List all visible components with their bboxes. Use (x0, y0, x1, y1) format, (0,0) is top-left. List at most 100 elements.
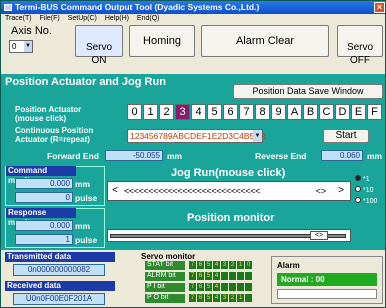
servo-on-button[interactable]: Servo ON (75, 25, 123, 66)
scale-label: *1 (363, 176, 370, 183)
command-pulse-value: 0 (15, 192, 73, 203)
servo-bit-cell: 6 (197, 283, 204, 291)
servo-row-label: P O bit (145, 294, 185, 303)
toolbar: Axis No. 0 ▼ Servo ON Homing Alarm Clear… (1, 24, 385, 74)
servo-bit-cell: 5 (205, 272, 212, 280)
position-button-1[interactable]: 1 (143, 104, 158, 120)
servo-bit-cell: 2 (229, 261, 236, 269)
servo-off-button[interactable]: Servo OFF (337, 25, 383, 66)
jog-left-button[interactable]: < (110, 184, 120, 198)
servo-bit-cell: 3 (221, 261, 228, 269)
position-buttons: 0123456789ABCDEF (127, 104, 383, 120)
jog-thumb[interactable]: <> (312, 184, 330, 198)
title-bar: Termi-BUS Command Output Tool (Dyadic Sy… (1, 1, 385, 14)
command-mm-unit: mm (75, 179, 91, 189)
save-button-label: Position Data Save Window (252, 86, 364, 96)
menu-setup[interactable]: SetUp(C) (68, 15, 97, 22)
start-button[interactable]: Start (323, 129, 369, 143)
position-button-e[interactable]: E (351, 104, 366, 120)
servo-bit-cell: 2 (229, 294, 236, 302)
homing-label: Homing (143, 35, 181, 47)
homing-button[interactable]: Homing (129, 25, 195, 57)
menu-bar: Trace(T) File(F) SetUp(C) Help(H) End(Q) (1, 14, 385, 24)
position-button-6[interactable]: 6 (223, 104, 238, 120)
position-button-9[interactable]: 9 (271, 104, 286, 120)
position-button-b[interactable]: B (303, 104, 318, 120)
position-button-d[interactable]: D (335, 104, 350, 120)
window-title: Termi-BUS Command Output Tool (Dyadic Sy… (15, 2, 260, 12)
scale-label: *10 (363, 187, 374, 194)
position-button-5[interactable]: 5 (207, 104, 222, 120)
jog-right-button[interactable]: > (336, 184, 346, 198)
radio-icon (355, 197, 361, 203)
jog-title: Jog Run(mouse click) (171, 167, 286, 179)
servo-bit-cell (229, 272, 236, 280)
main-window: Termi-BUS Command Output Tool (Dyadic Sy… (0, 0, 386, 308)
position-button-7[interactable]: 7 (239, 104, 254, 120)
alarm-title: Alarm (277, 261, 300, 270)
servo-bit-cell (229, 283, 236, 291)
servo-bit-cell: 7 (189, 283, 196, 291)
position-button-3[interactable]: 3 (175, 104, 190, 120)
chevron-down-icon: ▼ (24, 41, 32, 52)
servo-bit-cell (237, 283, 244, 291)
position-button-0[interactable]: 0 (127, 104, 142, 120)
menu-file[interactable]: File(F) (40, 15, 60, 22)
jog-arrows[interactable]: <<<<<<<<<<<<<<<<<<<<<<<<<<<< (124, 184, 310, 198)
position-monitor-bar: <> (107, 229, 351, 242)
pos-actuator-label: Position Actuator (mouse click) (15, 105, 82, 123)
axis-select[interactable]: 0 ▼ (9, 40, 33, 53)
servo-bit-cell (237, 272, 244, 280)
response-pulse-value: 1 (15, 234, 73, 245)
servo-bit-cell: 7 (189, 261, 196, 269)
position-button-a[interactable]: A (287, 104, 302, 120)
menu-end[interactable]: End(Q) (137, 15, 160, 22)
radio-icon (355, 175, 361, 181)
app-icon (4, 4, 12, 11)
position-button-8[interactable]: 8 (255, 104, 270, 120)
transmitted-title: Transmitted data (5, 252, 115, 262)
continuous-select[interactable]: 123456789ABCDEF1E2D3C4B5AR ▼ (127, 129, 266, 143)
position-button-f[interactable]: F (367, 104, 382, 120)
response-mm-unit: mm (75, 221, 91, 231)
scale-label: *100 (363, 198, 378, 205)
servo-on-label: Servo ON (85, 42, 113, 66)
axis-value: 0 (12, 42, 17, 51)
servo-monitor-grid: STAT bit 7 6 5 4 3 2 1 0 ALRM bit 7 6 5 4 P I bit 7 6 5 4 P… (145, 261, 265, 307)
forward-end-unit: mm (167, 151, 183, 161)
servo-bit-cell: 7 (189, 294, 196, 302)
continuous-label: Continuous Position Actuator (R=repeat) (15, 126, 94, 144)
menu-trace[interactable]: Trace(T) (5, 15, 32, 22)
servo-bit-cell: 3 (221, 294, 228, 302)
position-monitor-thumb: <> (310, 231, 328, 240)
start-button-label: Start (335, 130, 357, 141)
servo-bit-cell (245, 283, 252, 291)
alarm-clear-button[interactable]: Alarm Clear (201, 25, 329, 57)
reverse-end-label: Reverse End (255, 151, 307, 161)
scale-radio[interactable]: *10 (355, 186, 385, 196)
menu-help[interactable]: Help(H) (105, 15, 129, 22)
servo-bit-cell: 5 (205, 283, 212, 291)
position-button-2[interactable]: 2 (159, 104, 174, 120)
command-monitor-title: Command monitor (6, 166, 76, 185)
scale-radio[interactable]: *100 (355, 197, 385, 207)
response-pulse-unit: pulse (75, 235, 98, 245)
servo-bit-cell: 4 (213, 272, 220, 280)
received-value: U0n0F00E0F201A (13, 293, 105, 305)
servo-row-label: P I bit (145, 283, 185, 292)
position-button-4[interactable]: 4 (191, 104, 206, 120)
scale-radio[interactable]: *1 (355, 175, 385, 185)
alarm-bar (277, 289, 377, 299)
position-button-c[interactable]: C (319, 104, 334, 120)
servo-bit-cell: 6 (197, 261, 204, 269)
alarm-clear-label: Alarm Clear (235, 35, 295, 47)
servo-bit-cell: 4 (213, 283, 220, 291)
received-title: Received data (5, 281, 115, 291)
chevron-down-icon: ▼ (253, 130, 262, 142)
section-title: Position Actuator and Jog Run (5, 76, 166, 88)
position-data-save-button[interactable]: Position Data Save Window (233, 84, 383, 99)
servo-off-label: Servo OFF (346, 42, 374, 66)
servo-bit-cell: 0 (245, 261, 252, 269)
close-icon[interactable]: × (374, 2, 385, 13)
servo-bit-cell: 1 (237, 261, 244, 269)
